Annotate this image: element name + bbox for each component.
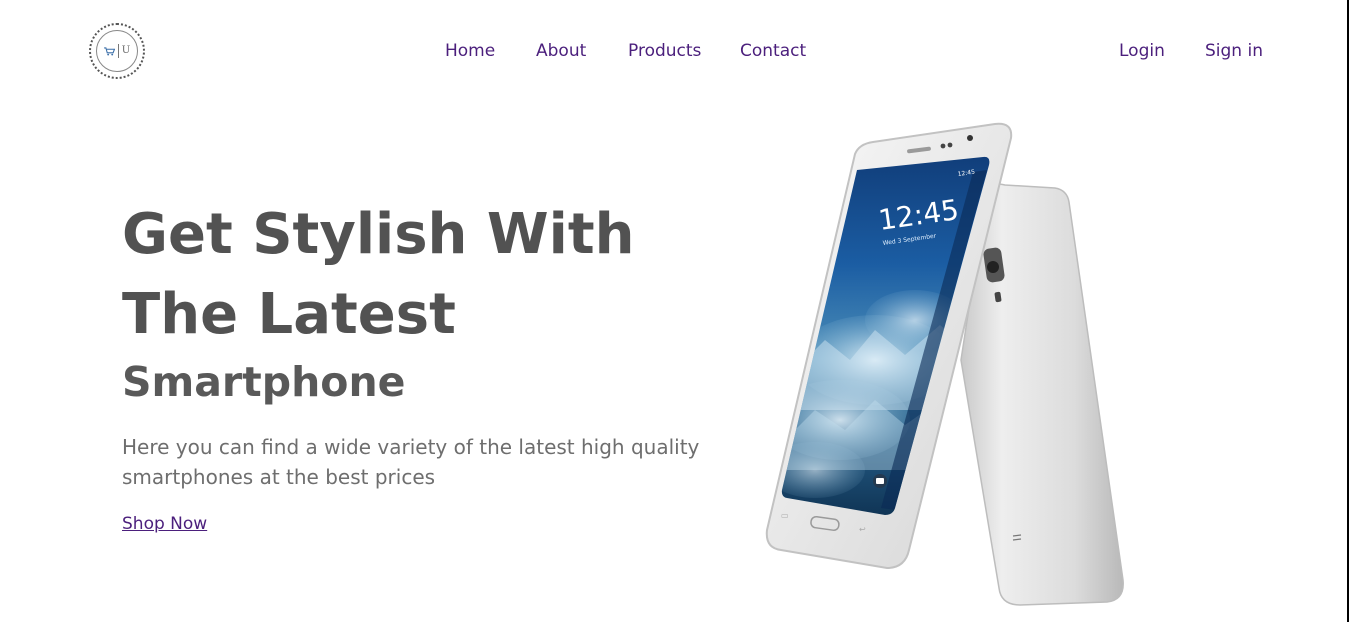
signin-link[interactable]: Sign in [1205,40,1263,62]
login-link[interactable]: Login [1119,40,1165,62]
hero-description: Here you can find a wide variety of the … [122,435,700,489]
nav-about-link[interactable]: About [536,40,586,62]
nav-contact-link[interactable]: Contact [740,40,806,62]
hero-title: Get Stylish With The Latest [122,195,682,355]
shop-now-link[interactable]: Shop Now [122,513,207,535]
logo-letter: U [121,45,131,56]
logo-badge: U [96,30,138,72]
hero-subtitle: Smartphone [122,358,406,406]
logo-divider [117,44,119,58]
hero-title-line-1: Get Stylish With [122,202,635,267]
svg-text:▭: ▭ [781,511,789,520]
nav-home-link[interactable]: Home [445,40,495,62]
page-right-border [1347,0,1349,622]
hero-title-line-2: The Latest [122,282,456,347]
svg-text:↩: ↩ [859,525,866,534]
nav-products-link[interactable]: Products [628,40,701,62]
shopping-cart-icon [103,46,115,56]
site-logo[interactable]: U [89,23,145,79]
landing-page: U Home About Products Contact Login Sign… [0,0,1350,622]
smartphone-image: 12:45 Wed 3 September 12:45 ▭ ↩ [765,122,1124,606]
